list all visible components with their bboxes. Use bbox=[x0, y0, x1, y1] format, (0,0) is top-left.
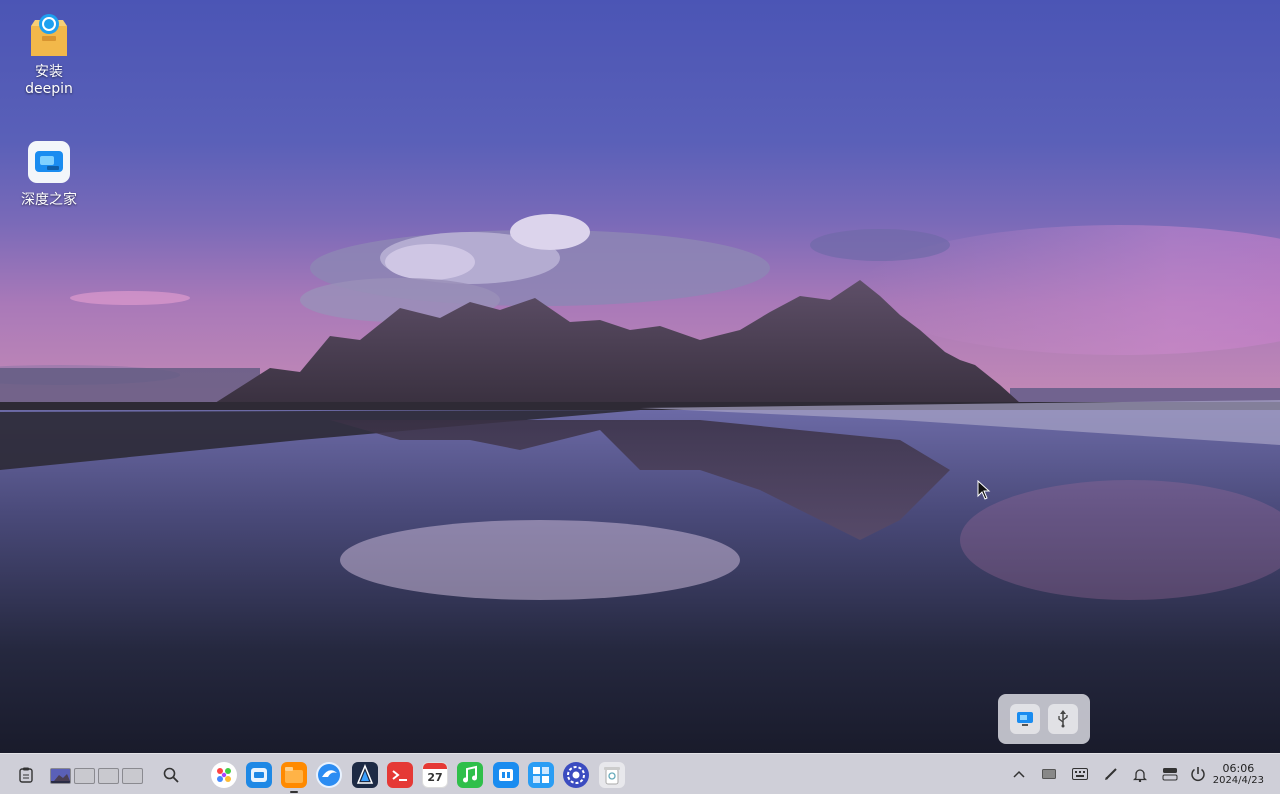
deepin-home-icon bbox=[25, 140, 73, 188]
app-store-icon[interactable] bbox=[246, 762, 272, 788]
workspace-4[interactable] bbox=[122, 768, 143, 784]
calendar-icon[interactable]: 27 bbox=[422, 762, 448, 788]
desktop-wallpaper bbox=[0, 0, 1280, 753]
desktop-icon-deepin-home[interactable]: 深度之家 bbox=[9, 140, 89, 209]
clipboard-icon[interactable] bbox=[14, 763, 38, 787]
chevron-up-icon[interactable] bbox=[1009, 764, 1029, 784]
workspace-2[interactable] bbox=[74, 768, 95, 784]
active-app-indicator bbox=[290, 791, 298, 793]
editor-icon[interactable] bbox=[352, 762, 378, 788]
desktop-icon-label: deepin bbox=[25, 81, 73, 97]
desktop-icon-label: 安装 bbox=[35, 64, 63, 80]
settings-icon[interactable] bbox=[563, 762, 589, 788]
music-icon[interactable] bbox=[457, 762, 483, 788]
keyboard-icon[interactable] bbox=[1070, 764, 1090, 784]
workspace-3[interactable] bbox=[98, 768, 119, 784]
control-center-icon[interactable] bbox=[1160, 764, 1180, 784]
terminal-icon[interactable] bbox=[387, 762, 413, 788]
clock-date: 2024/4/23 bbox=[1212, 775, 1264, 786]
calendar-day: 27 bbox=[427, 771, 443, 784]
desktop-icon-install-deepin[interactable]: 安装 deepin bbox=[9, 12, 89, 98]
bell-icon[interactable] bbox=[1130, 764, 1150, 784]
package-box-icon bbox=[25, 12, 73, 60]
launcher-icon[interactable] bbox=[211, 762, 237, 788]
deepin-home-taskbar-icon[interactable] bbox=[493, 762, 519, 788]
tray-overflow-popup bbox=[998, 694, 1090, 744]
taskbar: 27 06:06 2024/4/23 bbox=[0, 753, 1280, 794]
pen-icon[interactable] bbox=[1101, 764, 1121, 784]
desktop-icon-label: 深度之家 bbox=[21, 192, 77, 208]
trash-icon[interactable] bbox=[599, 762, 625, 788]
browser-icon[interactable] bbox=[316, 762, 342, 788]
screen-projection-icon[interactable] bbox=[1010, 704, 1040, 734]
power-icon[interactable] bbox=[1188, 764, 1208, 784]
workspace-1[interactable] bbox=[50, 768, 71, 784]
mouse-cursor bbox=[977, 479, 991, 504]
file-manager-icon[interactable] bbox=[281, 762, 307, 788]
clock-time: 06:06 bbox=[1222, 762, 1255, 775]
keyboard-layout-icon[interactable] bbox=[1039, 764, 1059, 784]
usb-icon[interactable] bbox=[1048, 704, 1078, 734]
search-icon[interactable] bbox=[159, 763, 183, 787]
clock[interactable]: 06:06 2024/4/23 bbox=[1213, 763, 1264, 787]
app-grid-icon[interactable] bbox=[528, 762, 554, 788]
